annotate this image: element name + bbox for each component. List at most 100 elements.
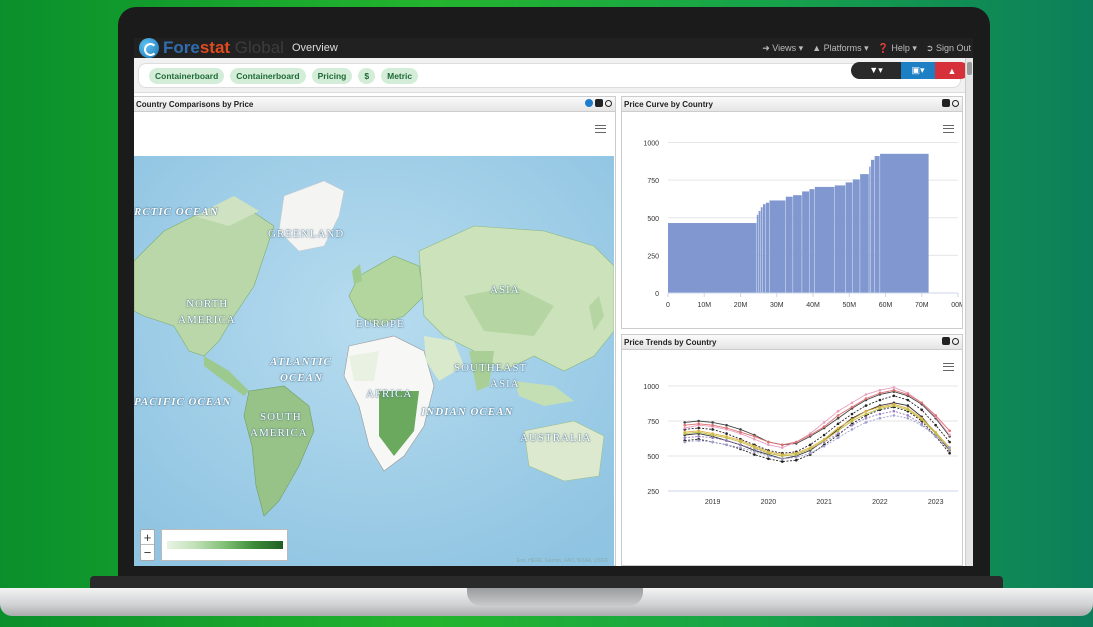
trend-point	[725, 439, 728, 442]
trend-point	[711, 436, 714, 440]
y-tick-label: 250	[647, 489, 659, 496]
app-logo[interactable]: Forestat Global	[139, 38, 284, 58]
save-button[interactable]: ▣▾	[901, 62, 935, 79]
trend-point	[892, 404, 896, 407]
label-atlantic-1: ATLANTIC	[270, 356, 332, 368]
label-north-america-2: AMERICA	[178, 314, 236, 326]
trend-point	[725, 432, 728, 435]
trend-point	[781, 457, 784, 461]
trend-point	[725, 426, 728, 430]
trend-point	[753, 450, 756, 454]
x-tick-label: 2020	[761, 499, 777, 506]
curve-bar	[758, 210, 761, 293]
price-trends-chart[interactable]: 250 500 750 1000 2019 2020 2021 2022 2023	[622, 351, 962, 566]
scrollbar-thumb[interactable]	[967, 62, 972, 75]
trend-point	[739, 428, 742, 431]
trend-point	[767, 451, 770, 455]
table-icon[interactable]	[595, 99, 603, 107]
trend-point	[794, 456, 798, 459]
price-curve-chart[interactable]: 0 250 500 750 1000 0 10M 20M 30M 40M 50M 60M 70M 00M	[622, 113, 962, 329]
nav-help-menu[interactable]: ❓ Help ▾	[878, 43, 917, 54]
trend-point	[836, 422, 840, 426]
label-arctic: RCTIC OCEAN	[134, 206, 219, 218]
filter-pill-grade[interactable]: Containerboard	[230, 67, 306, 84]
trend-point	[711, 428, 714, 431]
map-panel-title: Country Comparisons by Price	[136, 100, 254, 109]
trend-point	[739, 440, 742, 444]
zoom-icon[interactable]	[605, 99, 612, 107]
trend-point	[920, 418, 924, 421]
trend-point	[725, 423, 728, 427]
map-menu-icon[interactable]	[595, 125, 606, 133]
world-map[interactable]: RCTIC OCEAN GREENLAND NORTH AMERICA EURO…	[134, 156, 614, 566]
trend-point	[864, 397, 868, 400]
trend-point	[920, 423, 924, 427]
label-australia: AUSTRALIA	[520, 432, 592, 444]
trend-point	[934, 423, 937, 427]
nav-signout-link[interactable]: ➲ Sign Out	[926, 43, 971, 54]
trend-point	[781, 454, 784, 458]
page-scrollbar[interactable]	[965, 58, 973, 566]
y-tick-label: 1000	[643, 384, 659, 391]
trend-line	[684, 410, 950, 457]
table-icon[interactable]	[942, 337, 950, 345]
table-icon[interactable]	[942, 99, 950, 107]
filter-icon: ▼▾	[869, 65, 883, 75]
filter-pill-product[interactable]: Containerboard	[149, 67, 225, 84]
trend-point	[878, 391, 882, 395]
zoom-out-button[interactable]: −	[141, 545, 154, 560]
trend-point	[808, 433, 812, 437]
trend-point	[725, 443, 728, 447]
trend-point	[753, 435, 756, 438]
trend-point	[864, 416, 868, 420]
label-africa: AFRICA	[366, 388, 413, 400]
trend-point	[892, 394, 896, 398]
trend-point	[808, 443, 812, 447]
zoom-icon[interactable]	[952, 337, 959, 345]
x-tick-label: 10M	[697, 302, 711, 309]
y-tick-label: 1000	[643, 141, 659, 148]
filter-toolbar: Containerboard Containerboard Pricing $ …	[134, 58, 973, 93]
nav-overview-link[interactable]: Overview	[292, 42, 338, 54]
trend-point	[683, 421, 687, 424]
zoom-in-button[interactable]: +	[141, 530, 154, 545]
filter-pill-metric[interactable]: Metric	[381, 67, 419, 84]
clear-button[interactable]: ▲	[935, 62, 969, 79]
curve-bar	[874, 156, 880, 293]
trend-point	[836, 409, 840, 413]
x-tick-label: 60M	[879, 302, 893, 309]
trend-point	[767, 443, 770, 447]
trend-point	[850, 405, 854, 409]
x-tick-label: 2023	[928, 499, 944, 506]
trend-point	[808, 447, 812, 451]
info-icon[interactable]	[585, 99, 593, 107]
filter-button[interactable]: ▼▾	[851, 62, 901, 79]
trend-point	[697, 419, 700, 423]
nav-views-menu[interactable]: ➜ Views ▾	[762, 43, 803, 54]
save-icon: ▣▾	[911, 65, 925, 75]
trend-point	[836, 429, 840, 433]
nav-platforms-menu[interactable]: ▲ Platforms ▾	[812, 43, 868, 54]
trend-point	[725, 436, 728, 440]
trend-point	[892, 414, 896, 417]
trend-line	[684, 391, 950, 446]
trend-point	[697, 430, 700, 434]
x-tick-label: 50M	[842, 302, 856, 309]
trend-point	[753, 437, 756, 441]
trend-point	[697, 439, 700, 442]
trend-point	[864, 393, 868, 396]
trend-point	[781, 460, 784, 463]
trend-point	[794, 458, 798, 462]
legend-color-scale	[167, 541, 283, 549]
trend-point	[892, 409, 896, 413]
top-navbar: Forestat Global Overview ➜ Views ▾ ▲ Pla…	[134, 38, 973, 58]
filter-pill-pricing[interactable]: Pricing	[311, 67, 353, 84]
filter-pill-currency[interactable]: $	[358, 67, 376, 84]
curve-bar	[802, 191, 809, 293]
trend-point	[683, 436, 687, 440]
logo-text: Forestat Global	[163, 38, 284, 57]
trend-point	[808, 451, 812, 455]
x-tick-label: 0	[666, 302, 670, 309]
map-panel: Country Comparisons by Price RCTIC OCEAN…	[134, 96, 616, 566]
zoom-icon[interactable]	[952, 99, 959, 107]
